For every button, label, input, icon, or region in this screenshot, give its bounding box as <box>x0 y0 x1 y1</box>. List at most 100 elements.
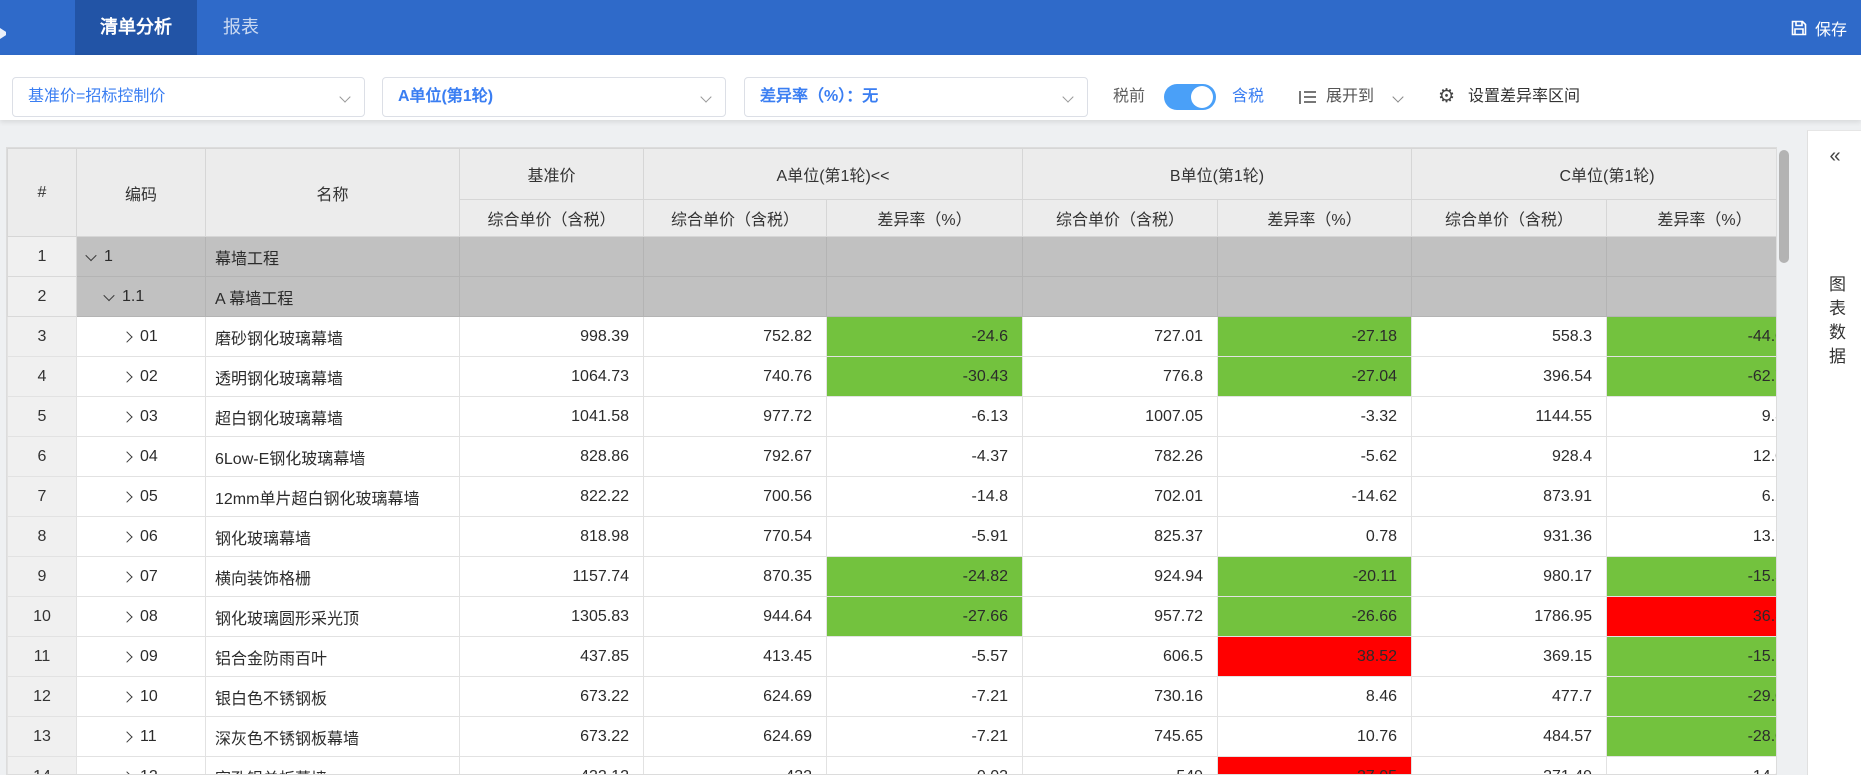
chevron-right-expand-icon[interactable] <box>121 531 132 542</box>
table-row[interactable]: 70512mm单片超白钢化玻璃幕墙822.22700.56-14.8702.01… <box>8 477 1778 517</box>
item-name-cell: 透明钢化玻璃幕墙 <box>206 357 460 397</box>
unit-b-diff-cell: -14.62 <box>1218 477 1412 517</box>
expand-level-icon <box>1299 91 1316 104</box>
unit-a-price-cell: 413.45 <box>644 637 827 677</box>
unit-b-price-cell: 727.01 <box>1023 317 1218 357</box>
group-header-base-price[interactable]: 基准价 <box>460 149 644 200</box>
unit-c-diff-cell: -62.7 <box>1607 357 1777 397</box>
chevron-right-expand-icon[interactable] <box>121 331 132 342</box>
table-row[interactable]: 1210银白色不锈钢板673.22624.69-7.21730.168.4647… <box>8 677 1778 717</box>
table-row[interactable]: 11幕墙工程 <box>8 237 1778 277</box>
unit-a-price-cell <box>644 237 827 277</box>
chevron-right-expand-icon[interactable] <box>121 731 132 742</box>
unit-c-diff-cell <box>1607 277 1777 317</box>
set-diff-range-button[interactable]: 设置差异率区间 <box>1468 77 1580 117</box>
code-text: 06 <box>140 528 158 546</box>
expand-to-button[interactable]: 展开到 <box>1326 77 1374 117</box>
unit-c-price-cell: 371.49 <box>1412 757 1607 775</box>
save-button[interactable]: 保存 <box>1790 0 1847 55</box>
table-row[interactable]: 806钢化玻璃幕墙818.98770.54-5.91825.370.78931.… <box>8 517 1778 557</box>
item-name-cell: 钢化玻璃幕墙 <box>206 517 460 557</box>
unit-c-diff-cell: -28.0 <box>1607 717 1777 757</box>
code-text: 09 <box>140 648 158 666</box>
base-price-cell: 673.22 <box>460 677 644 717</box>
chevron-down-expand-icon[interactable] <box>103 289 114 300</box>
chevron-right-expand-icon[interactable] <box>121 491 132 502</box>
row-index-cell: 4 <box>8 357 77 397</box>
code-cell: 09 <box>77 637 206 677</box>
unit-c-price-cell <box>1412 237 1607 277</box>
price-comparison-table: # 编码 名称 基准价 A单位(第1轮)<< B单位(第1轮) C单位(第1轮)… <box>6 147 1777 775</box>
table-row[interactable]: 1109铝合金防雨百叶437.85413.45-5.57606.538.5236… <box>8 637 1778 677</box>
table-row[interactable]: 301磨砂钢化玻璃幕墙998.39752.82-24.6727.01-27.18… <box>8 317 1778 357</box>
chevron-right-expand-icon[interactable] <box>121 691 132 702</box>
chevron-down-icon <box>1062 91 1073 102</box>
unit-a-diff-cell: -6.13 <box>827 397 1023 437</box>
unit-b-diff-cell: 10.76 <box>1218 717 1412 757</box>
unit-c-diff-cell: -15.6 <box>1607 637 1777 677</box>
col-header-index: # <box>8 149 77 237</box>
chevron-down-icon <box>339 91 350 102</box>
chevron-right-expand-icon[interactable] <box>121 371 132 382</box>
unit-a-price-cell: 792.67 <box>644 437 827 477</box>
unit-c-price-cell: 484.57 <box>1412 717 1607 757</box>
unit-c-price-cell <box>1412 277 1607 317</box>
code-cell: 02 <box>77 357 206 397</box>
table-row[interactable]: 907横向装饰格栅1157.74870.35-24.82924.94-20.11… <box>8 557 1778 597</box>
unit-a-diff-cell <box>827 237 1023 277</box>
unit-b-price-cell: 776.8 <box>1023 357 1218 397</box>
unit-c-diff-cell: -29.0 <box>1607 677 1777 717</box>
chevron-right-expand-icon[interactable] <box>121 771 132 775</box>
unit-b-diff-cell: 27.05 <box>1218 757 1412 775</box>
table-row[interactable]: 503超白钢化玻璃幕墙1041.58977.72-6.131007.05-3.3… <box>8 397 1778 437</box>
unit-c-diff-cell <box>1607 237 1777 277</box>
chevron-right-expand-icon[interactable] <box>121 451 132 462</box>
back-arrow-fragment-icon <box>0 28 6 39</box>
subheader-base-unit-price: 综合单价（含税） <box>460 200 644 237</box>
unit-select[interactable]: A单位(第1轮) <box>382 77 726 117</box>
table-row[interactable]: 6046Low-E钢化玻璃幕墙828.86792.67-4.37782.26-5… <box>8 437 1778 477</box>
chevron-right-expand-icon[interactable] <box>121 651 132 662</box>
base-price-cell: 828.86 <box>460 437 644 477</box>
chevron-right-expand-icon[interactable] <box>121 611 132 622</box>
table-row[interactable]: 21.1A 幕墙工程 <box>8 277 1778 317</box>
base-price-cell: 1041.58 <box>460 397 644 437</box>
chevron-down-expand-icon[interactable] <box>85 249 96 260</box>
row-index-cell: 10 <box>8 597 77 637</box>
item-name-cell: 银白色不锈钢板 <box>206 677 460 717</box>
code-text: 04 <box>140 448 158 466</box>
base-price-cell: 822.22 <box>460 477 644 517</box>
row-index-cell: 1 <box>8 237 77 277</box>
diff-rate-select[interactable]: 差异率（%）：无 <box>744 77 1088 117</box>
unit-a-price-cell: 977.72 <box>644 397 827 437</box>
unit-b-price-cell: 549 <box>1023 757 1218 775</box>
subheader-a-diff-rate: 差异率（%） <box>827 200 1023 237</box>
group-header-unit-b[interactable]: B单位(第1轮) <box>1023 149 1412 200</box>
collapse-panel-icon[interactable]: « <box>1808 145 1861 168</box>
group-header-unit-c[interactable]: C单位(第1轮) <box>1412 149 1777 200</box>
code-text: 02 <box>140 368 158 386</box>
tax-toggle[interactable] <box>1164 84 1216 110</box>
pre-tax-label: 税前 <box>1113 77 1145 117</box>
code-cell: 06 <box>77 517 206 557</box>
tab-list-analysis[interactable]: 清单分析 <box>75 0 197 55</box>
chevron-right-expand-icon[interactable] <box>121 411 132 422</box>
base-price-select[interactable]: 基准价=招标控制价 <box>12 77 365 117</box>
chevron-right-expand-icon[interactable] <box>121 571 132 582</box>
group-header-unit-a[interactable]: A单位(第1轮)<< <box>644 149 1023 200</box>
base-price-cell: 1064.73 <box>460 357 644 397</box>
table-row[interactable]: 1008钢化玻璃圆形采光顶1305.83944.64-27.66957.72-2… <box>8 597 1778 637</box>
code-text: 07 <box>140 568 158 586</box>
chart-data-panel-tab[interactable]: 图表数据 <box>1808 193 1861 453</box>
unit-b-diff-cell: 8.46 <box>1218 677 1412 717</box>
item-name-cell: 深灰色不锈钢板幕墙 <box>206 717 460 757</box>
table-row[interactable]: 1311深灰色不锈钢板幕墙673.22624.69-7.21745.6510.7… <box>8 717 1778 757</box>
vertical-scrollbar-thumb[interactable] <box>1779 150 1789 263</box>
table-row[interactable]: 1412穿孔铝单板幕墙432.12432-0.0354927.05371.491… <box>8 757 1778 775</box>
unit-a-diff-cell: -5.57 <box>827 637 1023 677</box>
code-cell: 05 <box>77 477 206 517</box>
table-row[interactable]: 402透明钢化玻璃幕墙1064.73740.76-30.43776.8-27.0… <box>8 357 1778 397</box>
unit-select-value: A单位(第1轮) <box>398 88 493 105</box>
unit-b-price-cell: 1007.05 <box>1023 397 1218 437</box>
tab-report[interactable]: 报表 <box>197 0 285 55</box>
